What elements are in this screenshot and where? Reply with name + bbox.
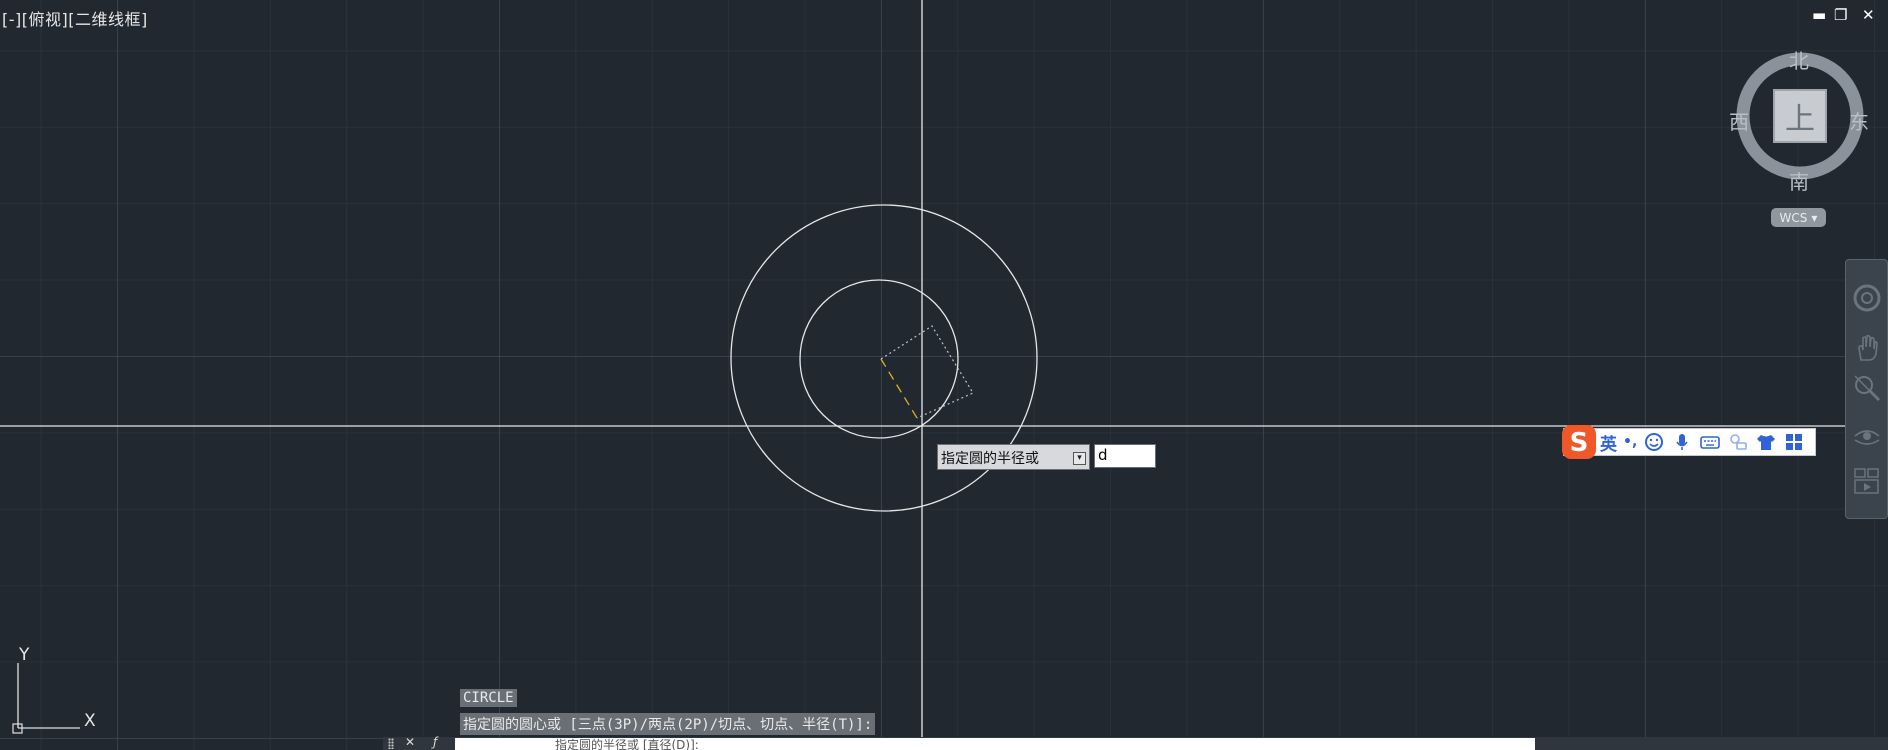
microphone-icon[interactable]: [1671, 431, 1693, 453]
compass-east[interactable]: 东: [1849, 106, 1869, 135]
pan-hand-icon[interactable]: [1851, 332, 1883, 364]
tools-icon[interactable]: [1727, 431, 1749, 453]
command-history-line-1: CIRCLE: [460, 689, 517, 707]
orbit-icon[interactable]: [1851, 420, 1883, 452]
radius-guide: [880, 358, 918, 419]
drawing-canvas[interactable]: [-][俯视][二维线框] ▬ ❐ ✕ 北 南 东 西 上 WCS ▾ Y X …: [0, 0, 1888, 750]
dynamic-input-prompt-text: 指定圆的半径或: [941, 451, 1039, 467]
chevron-down-icon: ▾: [1811, 210, 1818, 225]
compass-north[interactable]: 北: [1789, 45, 1809, 74]
command-history-line-2: 指定圆的圆心或 [三点(3P)/两点(2P)/切点、切点、半径(T)]:: [460, 713, 876, 735]
close-icon[interactable]: ✕: [1862, 6, 1875, 24]
navigation-bar: [1845, 259, 1888, 519]
ime-punctuation-toggle[interactable]: •,: [1623, 434, 1637, 450]
dynamic-input-field[interactable]: d: [1094, 444, 1156, 468]
ime-language-toggle[interactable]: 英: [1600, 430, 1617, 455]
zoom-icon[interactable]: [1851, 372, 1883, 404]
steering-wheel-icon[interactable]: [1851, 282, 1883, 314]
viewport-controls-label[interactable]: [-][俯视][二维线框]: [2, 6, 148, 30]
command-input-text: 指定圆的半径或 [直径(D)]:: [555, 738, 699, 750]
ucs-x-label: X: [84, 711, 96, 731]
tshirt-icon[interactable]: [1755, 431, 1777, 453]
minimize-icon[interactable]: ▬: [1812, 6, 1826, 24]
ucs-y-label: Y: [19, 645, 30, 665]
tracking-lines: [880, 325, 974, 419]
sogou-logo-icon[interactable]: S: [1560, 423, 1598, 461]
wcs-menu-button[interactable]: WCS ▾: [1771, 208, 1826, 227]
command-input[interactable]: 指定圆的半径或 [直径(D)]:: [455, 738, 1535, 750]
restore-icon[interactable]: ❐: [1834, 6, 1847, 24]
options-down-arrow-icon[interactable]: ▾: [1073, 452, 1086, 465]
dynamic-input-prompt: 指定圆的半径或 ▾: [937, 444, 1090, 470]
drawing-svg: [0, 0, 1888, 750]
drag-grip-icon[interactable]: [388, 738, 394, 749]
wcs-label: WCS: [1779, 210, 1808, 225]
compass-west[interactable]: 西: [1729, 106, 1749, 135]
keyboard-icon[interactable]: [1699, 431, 1721, 453]
smiley-icon[interactable]: [1643, 431, 1665, 453]
showmotion-icon[interactable]: [1851, 465, 1883, 497]
close-command-line-icon[interactable]: ✕: [405, 735, 415, 749]
grid-icon[interactable]: [1783, 431, 1805, 453]
compass-south[interactable]: 南: [1789, 166, 1809, 195]
viewcube-top-face[interactable]: 上: [1773, 89, 1827, 143]
fx-icon: ƒ: [433, 735, 438, 749]
inner-circle[interactable]: [799, 279, 959, 439]
ime-toolbar[interactable]: 英 •,: [1563, 428, 1816, 456]
svg-text:S: S: [1570, 428, 1589, 458]
